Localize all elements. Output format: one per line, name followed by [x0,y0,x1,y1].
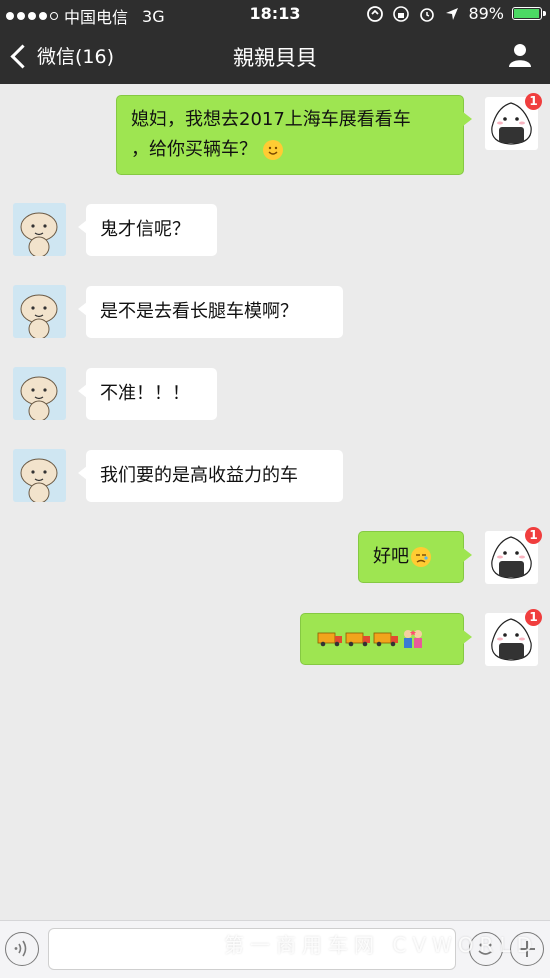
cartoon-avatar-icon [13,367,66,420]
message-bubble-incoming[interactable]: 不准！！！ [78,368,217,420]
contact-avatar[interactable] [13,449,66,502]
status-bar: 中国电信 3G 18:13 89% [0,0,550,28]
status-right: 89% [366,4,546,23]
unread-badge: 1 [525,527,542,544]
chat-area[interactable]: 媳妇，我想去2017上海车展看看车 ，给你买辆车？ 1 鬼才信呢？ 是不是去看长… [0,84,550,920]
voice-button[interactable] [5,932,39,966]
unread-badge: 1 [525,93,542,110]
cartoon-avatar-icon [13,203,66,256]
contact-avatar[interactable] [13,285,66,338]
message-bubble-outgoing[interactable]: 好吧 [358,531,472,583]
message-bubble-outgoing[interactable]: 媳妇，我想去2017上海车展看看车 ，给你买辆车？ [116,95,472,175]
message-text: 不准！！！ [100,383,190,404]
truck-emoji-icon [373,632,398,647]
watermark-text: 第一商用车网 CVWORLD [224,933,538,957]
sad-emoji-icon [411,547,431,567]
contact-avatar[interactable] [13,203,66,256]
couple-emoji-icon [404,630,422,648]
location-icon [446,7,459,20]
cartoon-avatar-icon [13,449,66,502]
lock-rotation-icon [393,5,410,22]
input-bar: 第一商用车网 CVWORLD [0,920,550,978]
alarm-icon [420,7,435,22]
sync-icon [367,5,384,22]
chat-title: 親親貝貝 [233,46,317,70]
contact-avatar[interactable] [13,367,66,420]
smile-emoji-icon [263,140,283,160]
message-bubble-outgoing[interactable] [300,613,472,665]
truck-emoji-icon [345,632,370,647]
message-bubble-incoming[interactable]: 鬼才信呢？ [78,204,217,256]
nav-bar: 微信(16) 親親貝貝 [0,28,550,84]
voice-icon [14,940,27,957]
message-text: 好吧 [373,546,409,567]
person-icon[interactable] [506,41,534,69]
my-avatar[interactable]: 1 [485,609,542,666]
message-bubble-incoming[interactable]: 是不是去看长腿车模啊？ [78,286,343,338]
message-text-line: ，给你买辆车？ [131,135,283,165]
truck-emoji-icon [317,632,342,647]
my-avatar[interactable]: 1 [485,527,542,584]
cartoon-avatar-icon [13,285,66,338]
message-text-line: 媳妇，我想去2017上海车展看看车 [131,109,411,130]
unread-badge: 1 [525,609,542,626]
message-text: 鬼才信呢？ [100,219,190,240]
message-text: 我们要的是高收益力的车 [100,465,298,486]
my-avatar[interactable]: 1 [485,93,542,150]
battery-percent: 89% [468,4,504,23]
message-bubble-incoming[interactable]: 我们要的是高收益力的车 [78,450,343,502]
message-text: 是不是去看长腿车模啊？ [100,301,298,322]
battery-icon [512,7,546,20]
